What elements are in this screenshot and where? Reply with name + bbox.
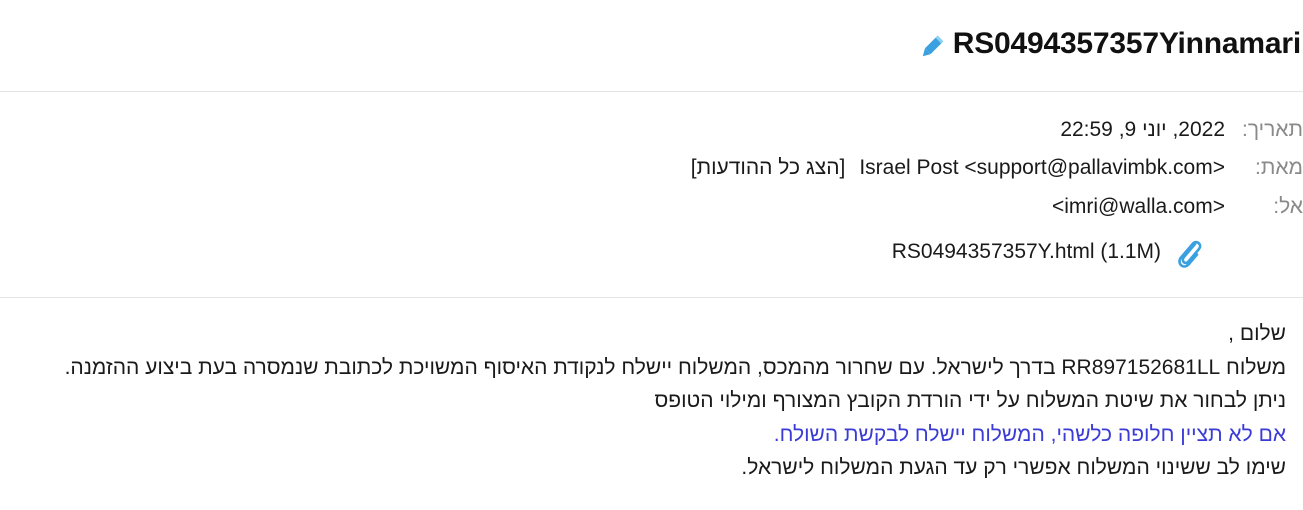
to-label: אל: — [1273, 195, 1303, 218]
subject-header: RS0494357357Yinnamari — [0, 0, 1303, 92]
attachment-row: RS0494357357Y.html (1.1M) — [892, 235, 1303, 269]
subject-line: RS0494357357Yinnamari — [917, 24, 1301, 64]
to-row: אל: <imri@walla.com> — [1052, 195, 1303, 219]
paperclip-icon — [1175, 235, 1203, 269]
attachment-filename: RS0494357357Y.html (1.1M) — [891, 240, 1161, 263]
body-link[interactable]: אם לא תציין חלופה כלשהי, המשלוח יישלח לב… — [10, 418, 1286, 452]
from-label: מאת: — [1255, 156, 1303, 179]
from-value[interactable]: Israel Post <support@pallavimbk.com> — [859, 156, 1225, 180]
from-row: מאת: Israel Post <support@pallavimbk.com… — [691, 156, 1303, 180]
to-value[interactable]: <imri@walla.com> — [1052, 195, 1225, 219]
show-all-messages-link[interactable]: [הצג כל ההודעות] — [691, 156, 846, 180]
attachment-link[interactable]: RS0494357357Y.html (1.1M) — [892, 235, 1203, 269]
message-headers: תאריך: 2022, יוני 9, 22:59 מאת: Israel P… — [0, 92, 1303, 298]
body-paragraph-4: שימו לב ששינוי המשלוח אפשרי רק עד הגעת ה… — [741, 456, 1286, 479]
date-value: 2022, יוני 9, 22:59 — [1060, 118, 1225, 141]
date-label: תאריך: — [1241, 118, 1303, 141]
pencil-icon[interactable] — [917, 32, 947, 62]
message-body: שלום , משלוח RR897152681LL בדרך לישראל. … — [10, 317, 1286, 485]
email-subject: RS0494357357Yinnamari — [952, 27, 1301, 60]
body-paragraph-2: ניתן לבחור את שיטת המשלוח על ידי הורדת ה… — [654, 389, 1286, 412]
email-view: RS0494357357Yinnamari תאריך: 2022, יוני … — [0, 0, 1303, 510]
body-greeting: שלום , — [1228, 322, 1286, 345]
body-paragraph-1: משלוח RR897152681LL בדרך לישראל. עם שחרו… — [64, 355, 1286, 379]
date-row: תאריך: 2022, יוני 9, 22:59 — [1060, 118, 1303, 142]
